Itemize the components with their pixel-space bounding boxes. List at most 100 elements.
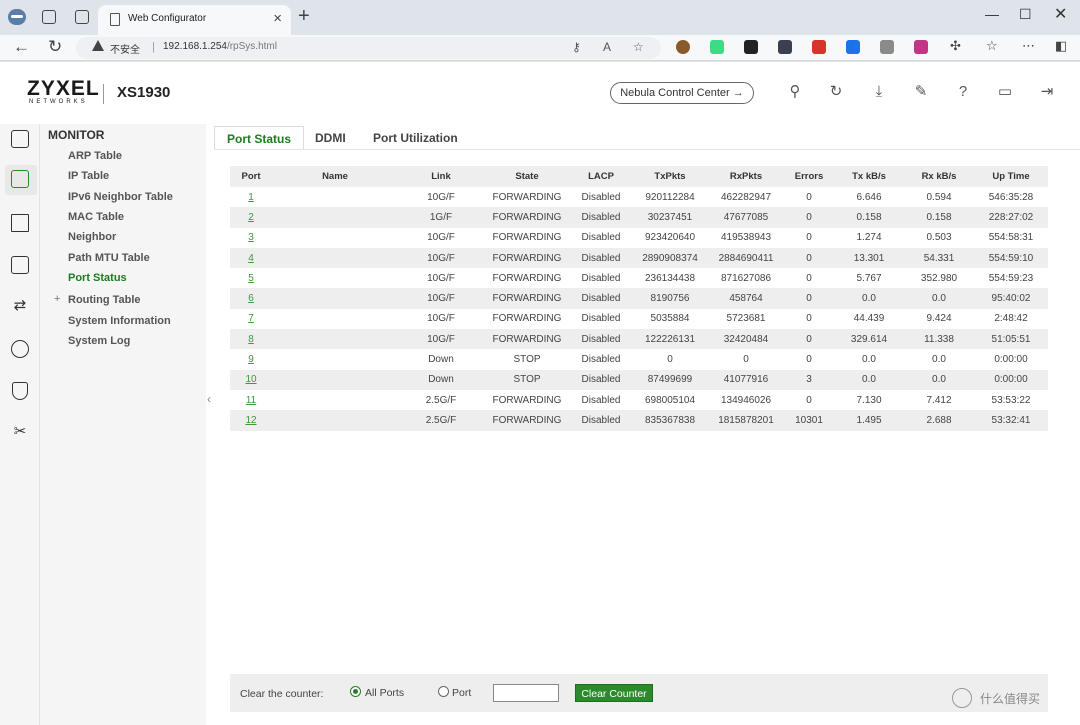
menu-item-path-mtu-table[interactable]: Path MTU Table: [68, 252, 150, 264]
table-cell: Disabled: [570, 389, 632, 411]
logout-icon[interactable]: ⇥: [1037, 82, 1057, 102]
table-row: 1 10G/F FORWARDING Disabled 920112284 4622829…: [230, 187, 1048, 208]
maximize-icon[interactable]: ☐: [1019, 6, 1032, 23]
port-link[interactable]: 11: [246, 395, 256, 406]
port-link[interactable]: 5: [248, 273, 254, 284]
sidebar-toggle-icon[interactable]: ◧: [1055, 38, 1067, 54]
table-cell: 95:40:02: [974, 288, 1048, 309]
internet-rail-button[interactable]: [9, 338, 31, 360]
port-cell: 2: [230, 207, 272, 228]
menu-collapse-handle[interactable]: ‹: [206, 124, 214, 725]
table-cell: 5035884: [632, 308, 708, 330]
extension-icon[interactable]: [744, 40, 758, 54]
table-cell: 0: [784, 247, 834, 269]
table-cell: Disabled: [570, 349, 632, 370]
port-link[interactable]: 2: [248, 212, 254, 223]
search-icon[interactable]: ⚲: [785, 82, 805, 102]
port-cell: 7: [230, 308, 272, 330]
workspaces-icon[interactable]: [42, 10, 56, 24]
red-extension-icon[interactable]: [812, 40, 826, 54]
browser-tab[interactable]: Web Configurator ×: [98, 5, 291, 35]
system-rail-button[interactable]: [9, 212, 31, 234]
table-cell: 54.331: [904, 247, 974, 269]
extensions-puzzle-icon[interactable]: ✣: [950, 38, 961, 54]
gray-extension-icon[interactable]: [880, 40, 894, 54]
minimize-icon[interactable]: —: [985, 6, 999, 22]
tab-actions-icon[interactable]: [75, 10, 89, 24]
port-link[interactable]: 3: [248, 232, 254, 243]
all-ports-radio[interactable]: [350, 686, 361, 697]
instagram-extension-icon[interactable]: [914, 40, 928, 54]
maintenance-rail-button[interactable]: ✂: [9, 422, 31, 444]
port-link[interactable]: 1: [248, 192, 254, 203]
favorites-icon[interactable]: ☆: [986, 38, 998, 54]
cookie-extension-icon[interactable]: [676, 40, 690, 54]
refresh-icon[interactable]: ↻: [826, 82, 846, 102]
port-link[interactable]: 4: [248, 253, 254, 264]
menu-item-system-log[interactable]: System Log: [68, 335, 130, 347]
switching-rail-button[interactable]: ⇄: [9, 296, 31, 318]
favorite-star-icon[interactable]: ☆: [633, 40, 644, 54]
port-link[interactable]: 8: [248, 334, 254, 345]
port-label[interactable]: Port: [452, 687, 471, 699]
port-input[interactable]: [493, 684, 559, 702]
security-label[interactable]: 不安全: [110, 41, 140, 56]
port-link[interactable]: 6: [248, 293, 254, 304]
menu-item-ip-table[interactable]: IP Table: [68, 170, 109, 182]
table-cell: 835367838: [632, 410, 708, 431]
security-rail-button[interactable]: [9, 380, 31, 402]
menu-item-mac-table[interactable]: MAC Table: [68, 211, 124, 223]
expand-plus-icon[interactable]: +: [54, 293, 60, 305]
browser-profile-icon[interactable]: [8, 9, 26, 25]
table-cell: 10G/F: [398, 329, 484, 350]
port-radio[interactable]: [438, 686, 449, 697]
tab-port-status[interactable]: Port Status: [214, 126, 305, 150]
close-tab-icon[interactable]: ×: [273, 10, 282, 27]
help-icon[interactable]: ?: [953, 82, 973, 102]
tab-ddmi[interactable]: DDMI: [303, 126, 358, 150]
port-link[interactable]: 10: [245, 374, 256, 385]
read-aloud-icon[interactable]: A: [603, 40, 611, 54]
android-extension-icon[interactable]: [710, 40, 724, 54]
nebula-control-center-button[interactable]: Nebula Control Center →: [610, 82, 754, 104]
table-cell: 11.338: [904, 329, 974, 350]
reload-icon[interactable]: ↻: [48, 37, 62, 57]
table-cell: [272, 410, 398, 431]
back-icon[interactable]: ←: [13, 37, 30, 57]
url-text[interactable]: 192.168.1.254/rpSys.html: [163, 41, 277, 52]
table-cell: 2.5G/F: [398, 410, 484, 431]
download-icon[interactable]: ⤓: [869, 82, 889, 102]
chat-icon[interactable]: ▭: [995, 82, 1015, 102]
table-cell: 0:00:00: [974, 349, 1048, 370]
key-icon[interactable]: ⚷: [572, 40, 581, 54]
all-ports-label[interactable]: All Ports: [365, 687, 404, 699]
port-link[interactable]: 12: [245, 415, 256, 426]
s-extension-icon[interactable]: [778, 40, 792, 54]
tools-icon[interactable]: ✎: [911, 82, 931, 102]
menu-item-ipv6-neighbor-table[interactable]: IPv6 Neighbor Table: [68, 191, 173, 203]
table-cell: 10G/F: [398, 227, 484, 248]
table-cell: FORWARDING: [484, 329, 570, 350]
menu-item-neighbor[interactable]: Neighbor: [68, 231, 116, 243]
port-link[interactable]: 7: [248, 313, 254, 324]
table-cell: 2:48:42: [974, 308, 1048, 330]
address-bar[interactable]: 不安全 | 192.168.1.254/rpSys.html ⚷ A ☆: [76, 37, 661, 59]
clear-counter-button[interactable]: Clear Counter: [575, 684, 653, 702]
menu-item-port-status[interactable]: Port Status: [68, 272, 127, 284]
tab-port-utilization[interactable]: Port Utilization: [361, 126, 470, 150]
menu-item-arp-table[interactable]: ARP Table: [68, 150, 122, 162]
dashboard-rail-button[interactable]: [9, 128, 31, 150]
port-link[interactable]: 9: [248, 354, 254, 365]
close-window-icon[interactable]: ✕: [1054, 4, 1067, 24]
monitor-rail-button[interactable]: [5, 165, 37, 195]
more-options-icon[interactable]: ⋯: [1022, 38, 1035, 54]
new-tab-icon[interactable]: +: [298, 5, 310, 28]
zyxel-logo: ZYXEL NETWORKS: [27, 78, 100, 105]
menu-item-system-information[interactable]: System Information: [68, 315, 171, 327]
blue-extension-icon[interactable]: [846, 40, 860, 54]
table-cell: Disabled: [570, 268, 632, 289]
table-cell: [272, 268, 398, 289]
menu-item-routing-table[interactable]: Routing Table: [68, 294, 141, 306]
network-rail-button[interactable]: [9, 254, 31, 276]
column-header: Name: [272, 166, 398, 187]
